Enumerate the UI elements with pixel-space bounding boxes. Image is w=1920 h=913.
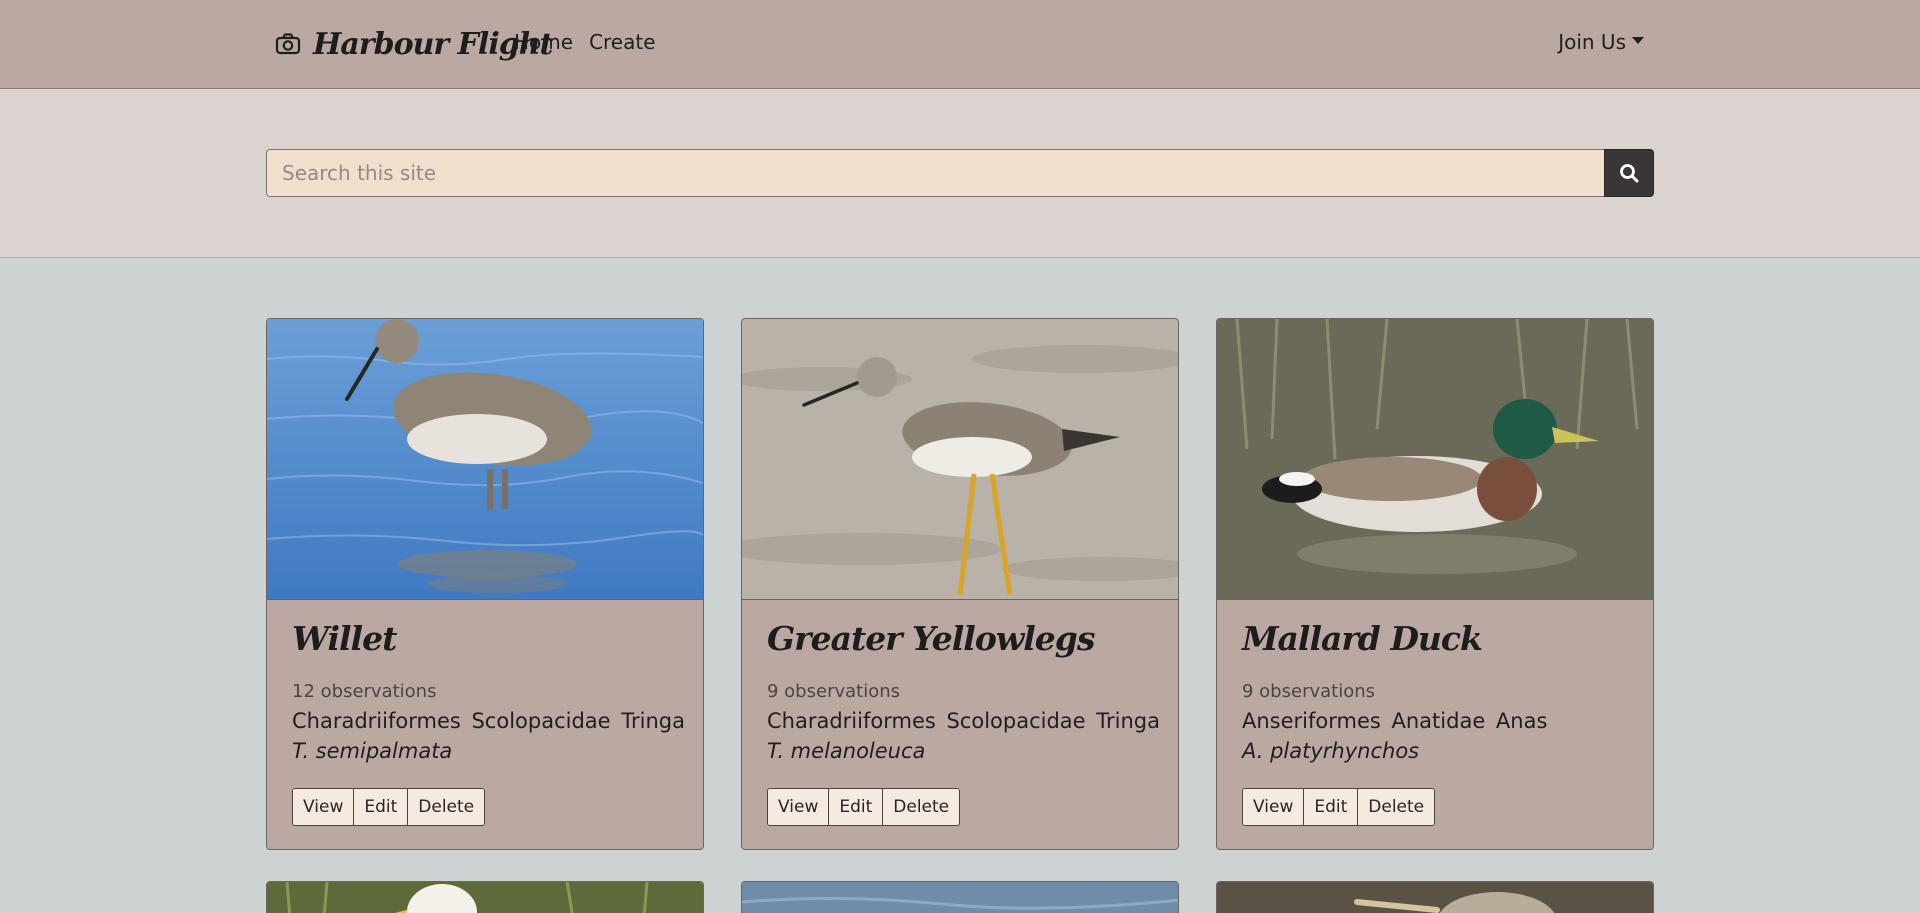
view-button[interactable]: View — [293, 789, 355, 825]
join-us-dropdown[interactable]: Join Us — [1558, 30, 1644, 54]
card-title: Mallard Duck — [1242, 619, 1483, 658]
search-icon — [1620, 164, 1639, 183]
species-name: T. melanoleuca — [767, 739, 926, 763]
bird-card-partial[interactable] — [1216, 881, 1654, 913]
card-title: Greater Yellowlegs — [767, 619, 1095, 658]
observation-count: 9 observations — [1242, 681, 1376, 702]
card-button-group: View Edit Delete — [292, 788, 486, 826]
bird-photo — [742, 319, 1178, 600]
join-us-label: Join Us — [1558, 30, 1626, 54]
view-button[interactable]: View — [1243, 789, 1305, 825]
bird-card-partial[interactable] — [741, 881, 1179, 913]
nav-home-link[interactable]: Home — [514, 30, 573, 54]
search-input[interactable] — [266, 149, 1604, 197]
nav-links: Home Create — [514, 30, 656, 54]
delete-button[interactable]: Delete — [1358, 789, 1435, 825]
bird-photo — [267, 319, 703, 600]
bird-card: Willet 12 observations Charadriiformes S… — [266, 318, 704, 850]
taxonomy-text: Charadriiformes Scolopacidae Tringa — [292, 709, 685, 733]
bird-photo — [742, 882, 1178, 913]
view-button[interactable]: View — [768, 789, 830, 825]
bird-card: Greater Yellowlegs 9 observations Charad… — [741, 318, 1179, 850]
search-button[interactable] — [1604, 149, 1654, 197]
edit-button[interactable]: Edit — [354, 789, 409, 825]
edit-button[interactable]: Edit — [1304, 789, 1359, 825]
navbar: Harbour Flight Home Create Join Us — [0, 0, 1920, 89]
observation-count: 9 observations — [767, 681, 901, 702]
species-name: T. semipalmata — [292, 739, 453, 763]
delete-button[interactable]: Delete — [408, 789, 485, 825]
taxonomy-text: Anseriformes Anatidae Anas — [1242, 709, 1548, 733]
bird-photo — [1217, 319, 1653, 600]
observation-count: 12 observations — [292, 681, 437, 702]
search-form — [266, 149, 1654, 197]
bird-photo — [267, 882, 703, 913]
card-button-group: View Edit Delete — [1242, 788, 1436, 826]
camera-icon — [275, 31, 301, 57]
taxonomy-text: Charadriiformes Scolopacidae Tringa — [767, 709, 1160, 733]
brand-link[interactable]: Harbour Flight — [275, 24, 553, 64]
species-name: A. platyrhynchos — [1242, 739, 1420, 763]
bird-card-partial[interactable] — [266, 881, 704, 913]
bird-photo — [1217, 882, 1653, 913]
delete-button[interactable]: Delete — [883, 789, 960, 825]
search-band — [0, 89, 1920, 258]
card-button-group: View Edit Delete — [767, 788, 961, 826]
edit-button[interactable]: Edit — [829, 789, 884, 825]
caret-down-icon — [1632, 37, 1644, 44]
bird-card: Mallard Duck 9 observations Anseriformes… — [1216, 318, 1654, 850]
card-title: Willet — [292, 619, 397, 658]
nav-create-link[interactable]: Create — [589, 30, 655, 54]
